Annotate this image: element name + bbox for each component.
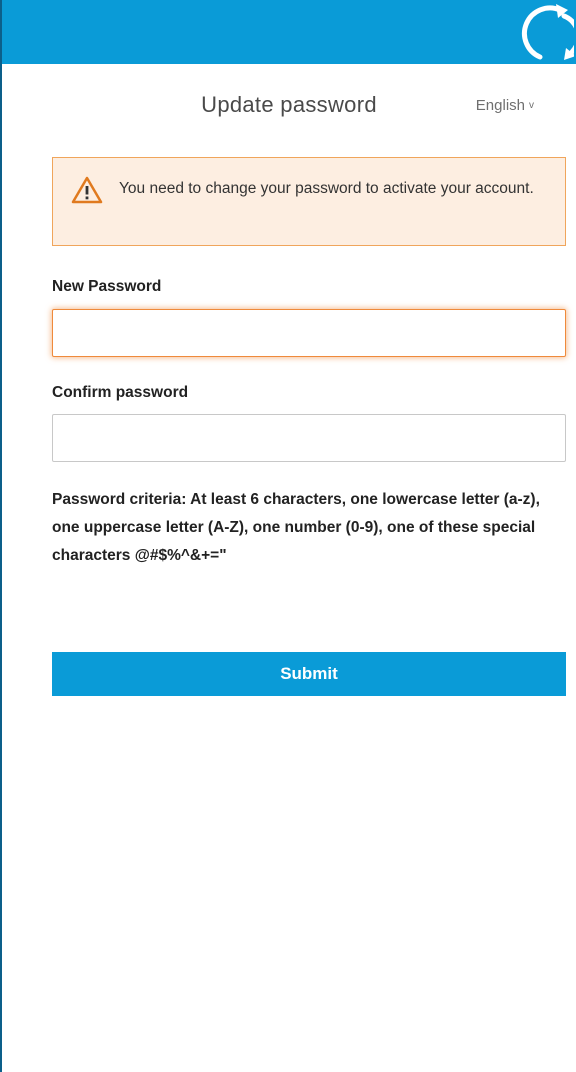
submit-button[interactable]: Submit [52, 652, 566, 696]
warning-icon [71, 176, 103, 204]
language-label: English [475, 97, 525, 114]
warning-alert: You need to change your password to acti… [52, 157, 566, 246]
page-header: Update password English v [2, 64, 576, 148]
language-selector[interactable]: English v [476, 97, 534, 114]
confirm-password-label: Confirm password [52, 384, 189, 401]
sync-logo-icon [520, 2, 576, 64]
new-password-label: New Password [52, 278, 162, 295]
new-password-input[interactable] [52, 309, 566, 357]
chevron-down-icon: v [529, 100, 534, 111]
top-bar [2, 0, 576, 64]
app-frame: Update password English v You need to cha… [0, 0, 576, 1072]
password-criteria: Password criteria: At least 6 characters… [52, 491, 540, 564]
confirm-password-input[interactable] [52, 414, 566, 462]
alert-message: You need to change your password to acti… [119, 180, 534, 197]
